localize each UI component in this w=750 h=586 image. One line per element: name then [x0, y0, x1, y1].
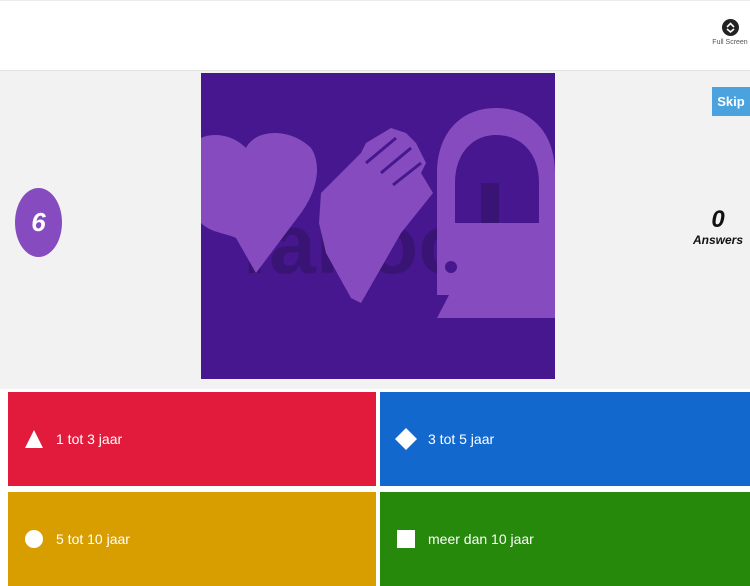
answers-count-number: 0	[711, 206, 725, 233]
answer-label: 3 tot 5 jaar	[428, 431, 495, 447]
question-stage: 6 !ahoot Skip 0 Answers	[0, 71, 750, 389]
answer-option-blue[interactable]: 3 tot 5 jaar	[380, 392, 750, 486]
triangle-icon	[22, 427, 46, 451]
skip-button[interactable]: Skip	[712, 87, 750, 116]
diamond-icon	[394, 427, 418, 451]
answer-option-yellow[interactable]: 5 tot 10 jaar	[8, 492, 376, 586]
answer-label: meer dan 10 jaar	[428, 531, 534, 547]
answer-option-green[interactable]: meer dan 10 jaar	[380, 492, 750, 586]
square-icon	[394, 527, 418, 551]
answer-label: 5 tot 10 jaar	[56, 531, 130, 547]
fullscreen-label: Full Screen	[712, 39, 748, 46]
circle-icon	[22, 527, 46, 551]
fullscreen-icon	[721, 19, 739, 36]
top-bar: Full Screen	[0, 0, 750, 71]
fullscreen-button[interactable]: Full Screen	[710, 15, 750, 61]
countdown-timer: 6	[15, 188, 62, 257]
answer-label: 1 tot 3 jaar	[56, 431, 123, 447]
question-image: !ahoot	[201, 73, 555, 379]
answers-count-label: Answers	[692, 233, 744, 247]
answer-option-red[interactable]: 1 tot 3 jaar	[8, 392, 376, 486]
answers-counter: 0 Answers	[690, 206, 746, 248]
kahoot-logo-image: !ahoot	[201, 108, 555, 318]
